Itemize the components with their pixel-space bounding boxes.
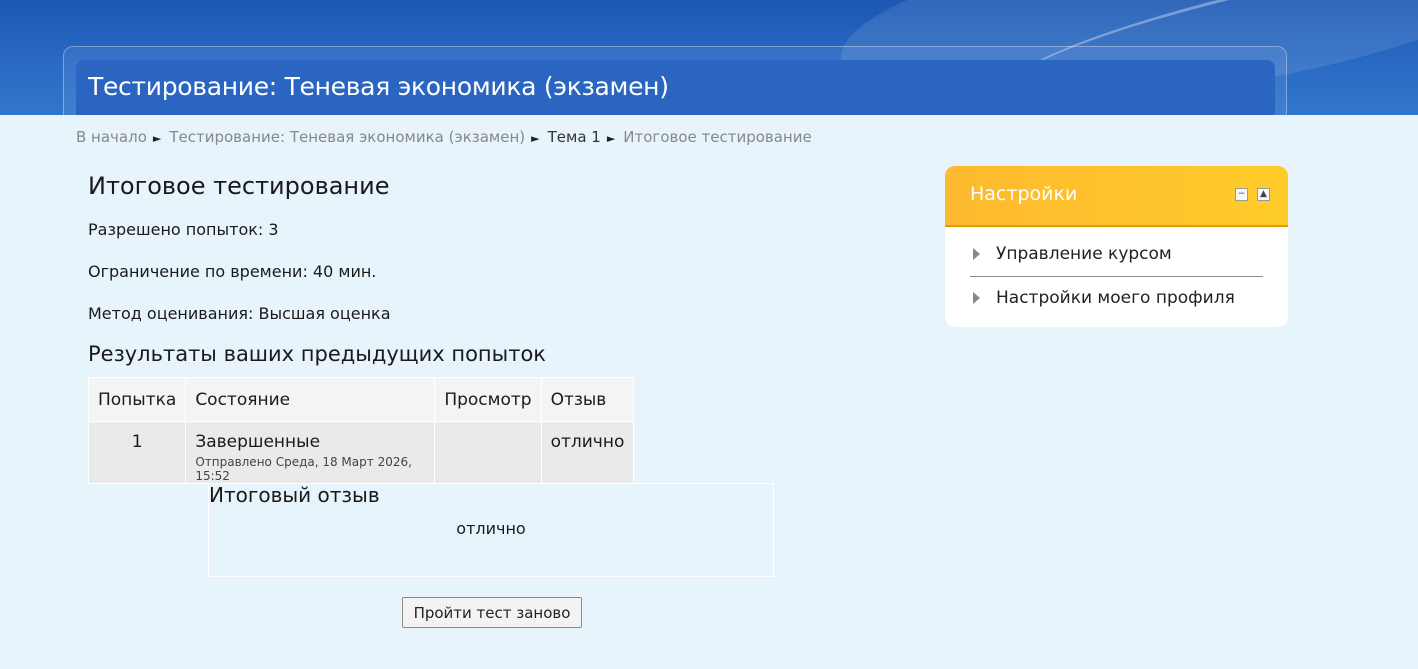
course-title: Тестирование: Теневая экономика (экзамен… [88, 72, 669, 101]
overall-feedback-box: Итоговый отзыв отлично [208, 483, 774, 577]
settings-item-label: Управление курсом [996, 244, 1172, 264]
settings-block: Настройки − ▲ Управление курсом Настройк… [945, 166, 1288, 327]
attempt-state: Завершенные [195, 432, 321, 452]
breadcrumb-quiz[interactable]: Итоговое тестирование [623, 128, 811, 146]
settings-header: Настройки − ▲ [945, 166, 1288, 227]
breadcrumb-separator: ► [606, 132, 616, 145]
breadcrumb-topic[interactable]: Тема 1 [548, 128, 601, 146]
attempts-table: Попытка Состояние Просмотр Отзыв 1 Завер… [87, 377, 635, 484]
settings-title: Настройки [970, 183, 1078, 205]
settings-divider [970, 276, 1263, 277]
settings-item-course-admin[interactable]: Управление курсом [973, 244, 1263, 264]
expand-arrow-icon [973, 248, 980, 260]
column-header-attempt: Попытка [87, 377, 187, 422]
table-row: 1 Завершенные Отправлено Среда, 18 Март … [87, 421, 635, 484]
attempt-review [434, 421, 542, 484]
breadcrumb-home[interactable]: В начало [76, 128, 147, 146]
attempts-allowed: Разрешено попыток: 3 [88, 220, 279, 239]
column-header-review: Просмотр [434, 377, 542, 422]
column-header-state: Состояние [185, 377, 436, 422]
settings-item-profile[interactable]: Настройки моего профиля [973, 288, 1263, 308]
attempt-state-cell: Завершенные Отправлено Среда, 18 Март 20… [185, 421, 436, 484]
settings-item-label: Настройки моего профиля [996, 288, 1235, 308]
page: Тестирование: Теневая экономика (экзамен… [0, 0, 1418, 669]
attempt-submitted: Отправлено Среда, 18 Март 2026, 15:52 [195, 455, 412, 483]
breadcrumb-separator: ► [531, 132, 540, 145]
move-up-icon[interactable]: ▲ [1257, 188, 1270, 201]
overall-feedback-title: Итоговый отзыв [209, 483, 380, 507]
overall-feedback-text: отлично [456, 519, 526, 538]
expand-arrow-icon [973, 292, 980, 304]
time-limit: Ограничение по времени: 40 мин. [88, 262, 377, 281]
collapse-icon[interactable]: − [1235, 188, 1248, 201]
results-heading: Результаты ваших предыдущих попыток [88, 342, 546, 366]
column-header-feedback: Отзыв [540, 377, 635, 422]
breadcrumb-course[interactable]: Тестирование: Теневая экономика (экзамен… [169, 128, 525, 146]
table-header-row: Попытка Состояние Просмотр Отзыв [87, 377, 635, 422]
attempt-feedback: отлично [540, 421, 635, 484]
attempt-number: 1 [87, 421, 187, 484]
retake-quiz-button[interactable]: Пройти тест заново [402, 597, 582, 628]
grading-method: Метод оценивания: Высшая оценка [88, 304, 391, 323]
breadcrumb-separator: ► [152, 132, 162, 145]
breadcrumb: В начало ► Тестирование: Теневая экономика… [76, 128, 812, 146]
page-title: Итоговое тестирование [88, 172, 390, 200]
